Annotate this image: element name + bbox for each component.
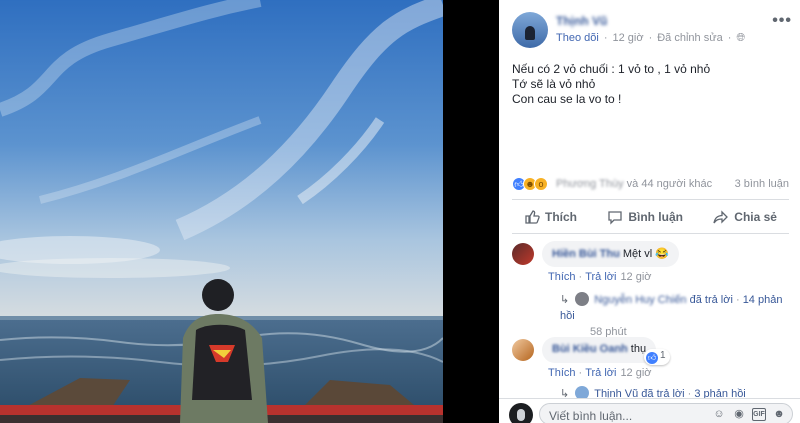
comment-count[interactable]: 3 bình luận [735, 178, 789, 190]
reaction-first-name: Phương Thùy [556, 178, 624, 190]
comment-reply-link[interactable]: Trả lời [585, 271, 616, 283]
comment-input-placeholder: Viết bình luận... [549, 409, 633, 423]
post-time[interactable]: 12 giờ [612, 32, 643, 44]
like-button[interactable]: Thích [512, 204, 589, 230]
reaction-others: và 44 người khác [623, 178, 713, 190]
author-avatar[interactable] [512, 12, 548, 48]
comment-bubble: Hiền Bùi Thu Mệt vl 😂 [542, 241, 679, 267]
comment-actions: Thích · Trả lời 12 giờ [548, 367, 652, 379]
author-name[interactable]: Thịnh Vũ [556, 14, 607, 28]
gif-icon[interactable]: GIF [752, 408, 766, 421]
reactions-bar[interactable]: 👍︎ ☻ o Phương Thùy và 44 người khác 3 bì… [512, 176, 789, 194]
wow-reaction-icon: o [534, 177, 548, 191]
replier-name: Nguyễn Huy Chiến [594, 294, 687, 306]
like-badge-icon: 👍︎ [646, 352, 658, 364]
globe-icon[interactable]: 🌐︎ [736, 32, 745, 44]
replier-avatar [575, 292, 590, 306]
comment-reply-link[interactable]: Trả lời [585, 367, 616, 379]
post-panel: Thịnh Vũ Theo dõi · 12 giờ · Đã chỉnh sửa · 🌐︎… [499, 0, 800, 423]
commenter-avatar[interactable] [512, 243, 534, 265]
comment-like-badge[interactable]: 👍︎ 1 [644, 349, 670, 365]
reply-text: đã trả lời [686, 294, 733, 306]
post-header: Thịnh Vũ Theo dõi · 12 giờ · Đã chỉnh sửa · 🌐︎… [512, 10, 792, 50]
post-meta: Theo dõi · 12 giờ · Đã chỉnh sửa · 🌐︎ [556, 32, 746, 44]
comment-input[interactable]: Viết bình luận... ☺ ◉ GIF ☻ [539, 403, 793, 423]
commenter-name[interactable]: Bùi Kiều Oanh [552, 343, 628, 355]
comment-time[interactable]: 12 giờ [620, 367, 651, 379]
action-bar: Thích Bình luận Chia sẻ [512, 204, 789, 230]
comment-like-link[interactable]: Thích [548, 367, 576, 379]
divider [512, 199, 789, 200]
commenter-name[interactable]: Hiền Bùi Thu [552, 248, 620, 260]
lightbox-gap [443, 0, 499, 423]
reply-sep: · [732, 294, 743, 306]
comment-like-link[interactable]: Thích [548, 271, 576, 283]
reaction-names[interactable]: Phương Thùy và 44 người khác [556, 178, 712, 190]
comment-actions: Thích · Trả lời 12 giờ [548, 271, 652, 283]
comment-button[interactable]: Bình luận [595, 204, 695, 230]
follow-link[interactable]: Theo dõi [556, 32, 599, 44]
post-photo[interactable] [0, 0, 443, 423]
post-text: Nếu có 2 vỏ chuối : 1 vỏ to , 1 vỏ nhỏ T… [512, 62, 782, 107]
camera-icon[interactable]: ◉ [732, 408, 746, 421]
share-icon [713, 210, 729, 224]
comment-time[interactable]: 12 giờ [620, 271, 651, 283]
share-label: Chia sẻ [734, 210, 777, 224]
sticker-icon[interactable]: ☻ [772, 408, 786, 421]
comment-bubble: Bùi Kiều Oanh thụ [542, 337, 657, 363]
comments-list: Hiền Bùi Thu Mệt vl 😂 Thích · Trả lời 12 giờ… [499, 237, 800, 400]
share-button[interactable]: Chia sẻ [701, 204, 789, 230]
comment-text: Mệt vl 😂 [622, 248, 669, 260]
post-text-line: Nếu có 2 vỏ chuối : 1 vỏ to , 1 vỏ nhỏ [512, 62, 711, 76]
write-comment-bar: Viết bình luận... ☺ ◉ GIF ☻ [499, 398, 800, 423]
thumbs-up-icon [525, 210, 540, 224]
comment-like-count: 1 [660, 350, 666, 361]
emoji-icon[interactable]: ☺ [712, 408, 726, 421]
reply-arrow-icon: ↳ [560, 294, 570, 306]
more-options-icon[interactable]: ••• [772, 12, 792, 30]
reply-summary[interactable]: ↳ Nguyễn Huy Chiến đã trả lời · 14 phản h… [560, 292, 800, 340]
commenter-avatar[interactable] [512, 339, 534, 361]
divider [512, 233, 789, 234]
comment-icon [608, 211, 622, 225]
comment-label: Bình luận [628, 210, 683, 224]
post-text-line: Con cau se la vo to ! [512, 92, 622, 106]
current-user-avatar [509, 403, 533, 423]
edited-label[interactable]: Đã chỉnh sửa [657, 32, 722, 44]
like-label: Thích [545, 210, 577, 224]
post-text-line: Tớ sẽ là vỏ nhỏ [512, 77, 596, 91]
